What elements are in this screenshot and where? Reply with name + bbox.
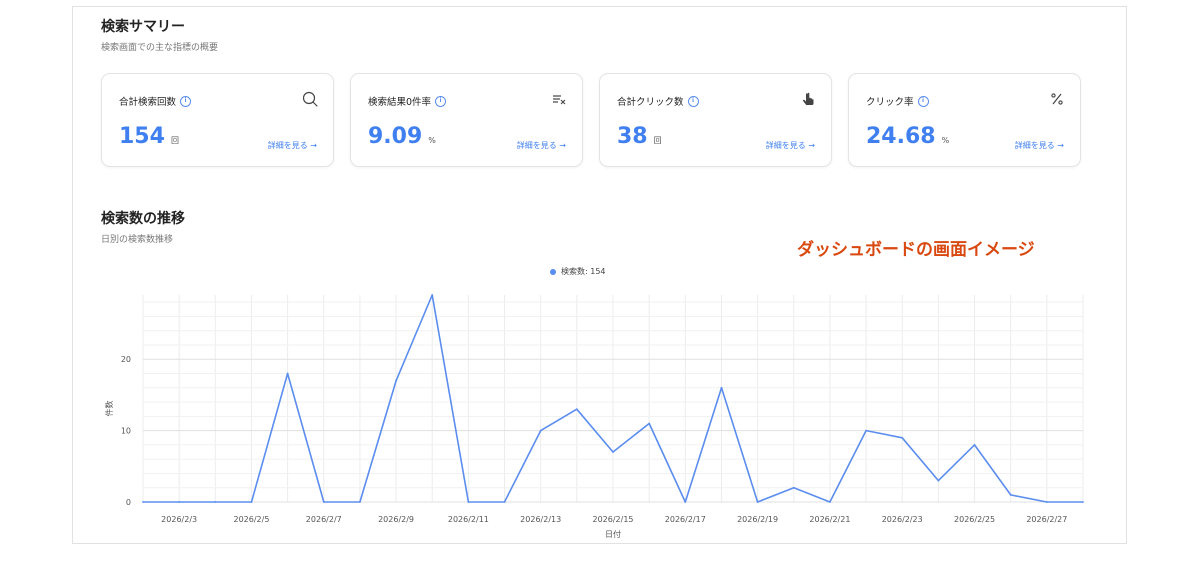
- x-tick-label: 2026/2/5: [233, 515, 269, 524]
- data-point: [973, 443, 976, 446]
- x-tick-label: 2026/2/13: [520, 515, 561, 524]
- data-point: [322, 501, 325, 503]
- data-point: [648, 422, 651, 425]
- data-point: [937, 479, 940, 482]
- data-point: [1045, 501, 1048, 503]
- data-point: [178, 501, 181, 503]
- x-tick-label: 2026/2/21: [809, 515, 850, 524]
- x-tick-label: 2026/2/9: [378, 515, 414, 524]
- x-tick-label: 2026/2/11: [448, 515, 489, 524]
- data-point: [901, 436, 904, 439]
- x-tick-label: 2026/2/17: [665, 515, 706, 524]
- y-axis-title: 件数: [104, 401, 114, 417]
- data-point: [539, 429, 542, 432]
- data-point: [359, 501, 361, 503]
- data-point: [467, 501, 470, 503]
- data-point: [792, 486, 795, 489]
- data-point: [431, 294, 434, 296]
- data-point: [1082, 501, 1084, 503]
- x-tick-label: 2026/2/15: [592, 515, 633, 524]
- data-point: [142, 501, 144, 503]
- y-tick-label: 0: [126, 498, 131, 507]
- data-point: [612, 451, 614, 453]
- x-tick-label: 2026/2/3: [161, 515, 197, 524]
- x-tick-label: 2026/2/23: [882, 515, 923, 524]
- data-point: [395, 379, 397, 382]
- data-point: [720, 386, 723, 389]
- data-point: [214, 501, 217, 503]
- data-point: [865, 429, 867, 432]
- data-point: [756, 501, 759, 503]
- y-tick-label: 10: [121, 427, 131, 436]
- data-point: [1009, 493, 1012, 496]
- x-tick-label: 2026/2/7: [306, 515, 342, 524]
- x-tick-label: 2026/2/27: [1026, 515, 1067, 524]
- x-tick-label: 2026/2/25: [954, 515, 995, 524]
- data-point: [250, 501, 253, 503]
- data-point: [286, 372, 289, 375]
- data-point: [503, 501, 506, 503]
- x-tick-label: 2026/2/19: [737, 515, 778, 524]
- y-tick-label: 20: [121, 355, 131, 364]
- x-axis-title: 日付: [605, 529, 621, 539]
- data-point: [829, 501, 831, 503]
- data-point: [575, 408, 578, 411]
- search-trend-chart: 0 10 20 2026/2/3 2026/2/5 2026/2/7 2026/2/9 202…: [104, 294, 1084, 539]
- data-point: [684, 501, 687, 503]
